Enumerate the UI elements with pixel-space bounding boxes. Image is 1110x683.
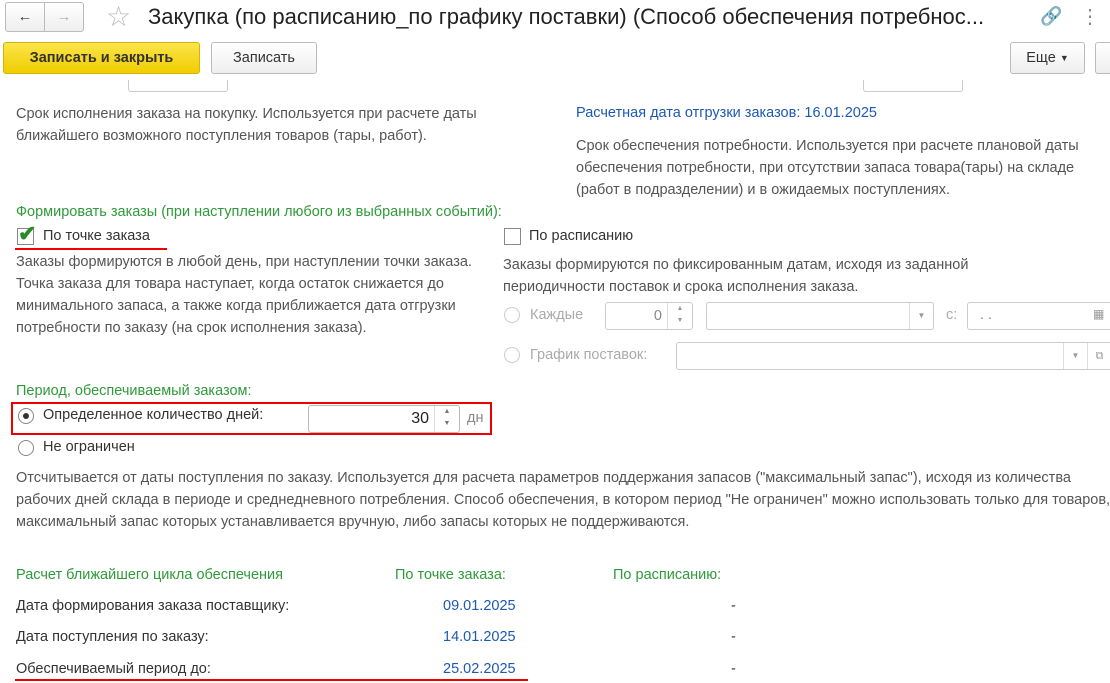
every-value: 0 — [653, 308, 662, 324]
provision-time-field-partial[interactable] — [863, 80, 963, 92]
more-label: Еще — [1026, 50, 1056, 66]
spin-icon[interactable]: ▲ ▼ — [667, 303, 692, 329]
by-schedule-label[interactable]: По расписанию — [529, 228, 633, 244]
schedule-select[interactable]: ▼ ⧉ — [676, 342, 1110, 370]
ship-date-label: Расчетная дата отгрузки заказов: 16.01.2… — [576, 105, 877, 121]
dropdown-icon[interactable]: ▼ — [909, 303, 933, 329]
by-schedule-checkbox[interactable] — [504, 228, 521, 245]
link-icon[interactable]: 🔗 — [1040, 6, 1062, 27]
by-point-checkbox[interactable]: ✔ — [17, 221, 36, 246]
help-button[interactable] — [1095, 42, 1110, 74]
forward-button[interactable]: → — [44, 2, 84, 32]
favorite-star-icon[interactable]: ☆ — [106, 0, 131, 33]
calendar-icon[interactable]: ▦ — [1093, 307, 1104, 321]
lead-time-description: Срок исполнения заказа на покупку. Испол… — [16, 106, 477, 144]
fixed-days-value: 30 — [411, 410, 429, 427]
by-schedule-description: Заказы формируются по фиксированным дата… — [503, 257, 969, 295]
cycle-row-schedule: - — [731, 629, 736, 645]
save-and-close-button[interactable]: Записать и закрыть — [3, 42, 200, 74]
every-label: Каждые — [530, 307, 584, 323]
period-heading: Период, обеспечиваемый заказом: — [16, 383, 252, 399]
by-point-label[interactable]: По точке заказа — [43, 228, 150, 244]
cycle-heading: Расчет ближайшего цикла обеспечения — [16, 567, 283, 583]
fixed-days-input[interactable]: 30 ▲ ▼ — [308, 405, 460, 433]
more-button[interactable]: Еще ▼ — [1010, 42, 1085, 74]
schedule-label: График поставок: — [530, 347, 648, 363]
days-unit: дн — [467, 410, 484, 426]
from-date-input[interactable]: . . ▦ — [967, 302, 1110, 330]
orders-heading: Формировать заказы (при наступлении любо… — [16, 204, 502, 220]
spin-icon[interactable]: ▲ ▼ — [434, 406, 459, 432]
cycle-row-point: 25.02.2025 — [443, 661, 516, 677]
lead-time-field-partial[interactable] — [128, 80, 228, 92]
from-date-value: . . — [980, 307, 993, 323]
by-point-description: Заказы формируются в любой день, при нас… — [16, 254, 472, 336]
unlimited-label[interactable]: Не ограничен — [43, 439, 135, 455]
col-point-heading: По точке заказа: — [395, 567, 506, 583]
cycle-row-label: Дата формирования заказа поставщику: — [16, 598, 290, 614]
fixed-days-label[interactable]: Определенное количество дней: — [43, 407, 263, 423]
checkmark-icon: ✔ — [18, 221, 37, 246]
window-title: Закупка (по расписанию_по графику постав… — [148, 4, 985, 29]
annotation-underline — [15, 679, 528, 681]
from-label: с: — [946, 307, 958, 323]
every-input[interactable]: 0 ▲ ▼ — [605, 302, 693, 330]
back-button[interactable]: ← — [5, 2, 45, 32]
period-select[interactable]: ▼ — [706, 302, 934, 330]
cycle-row-label: Обеспечиваемый период до: — [16, 661, 211, 677]
every-radio[interactable] — [504, 307, 520, 323]
dropdown-icon[interactable]: ▼ — [1063, 343, 1087, 369]
save-button[interactable]: Записать — [211, 42, 317, 74]
more-menu-icon[interactable]: ⋮ — [1080, 4, 1100, 29]
fixed-days-radio[interactable] — [18, 408, 34, 424]
cycle-row-point: 09.01.2025 — [443, 598, 516, 614]
provision-description: Срок обеспечения потребности. Использует… — [576, 138, 1079, 198]
cycle-row-schedule: - — [731, 661, 736, 677]
open-icon[interactable]: ⧉ — [1087, 343, 1110, 369]
unlimited-radio[interactable] — [18, 440, 34, 456]
cycle-row-label: Дата поступления по заказу: — [16, 629, 209, 645]
schedule-radio[interactable] — [504, 347, 520, 363]
annotation-underline — [15, 248, 167, 250]
period-description: Отсчитывается от даты поступления по зак… — [16, 470, 1110, 530]
cycle-row-point: 14.01.2025 — [443, 629, 516, 645]
col-schedule-heading: По расписанию: — [613, 567, 722, 583]
cycle-row-schedule: - — [731, 598, 736, 614]
